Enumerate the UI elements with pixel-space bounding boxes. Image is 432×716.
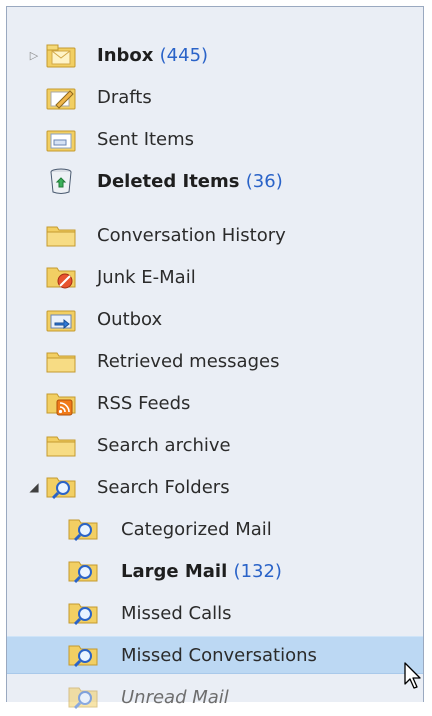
- folder-label: Sent Items: [97, 128, 195, 150]
- sent-items-icon: [45, 123, 77, 155]
- folder-outbox[interactable]: Outbox: [7, 300, 423, 338]
- folder-missed-conversations[interactable]: Missed Conversations: [7, 636, 423, 674]
- folder-label: Missed Conversations: [121, 644, 317, 666]
- junk-mail-icon: [45, 261, 77, 293]
- folder-deleted-items[interactable]: Deleted Items (36): [7, 162, 423, 200]
- folder-label: RSS Feeds: [97, 392, 191, 414]
- expand-arrow-icon[interactable]: ▷: [27, 48, 41, 62]
- unread-count: (132): [233, 560, 282, 582]
- folder-pane: ▷ Inbox (445) Drafts Sent Items Deleted …: [6, 6, 424, 710]
- folder-missed-calls[interactable]: Missed Calls: [7, 594, 423, 632]
- folder-label: Retrieved messages: [97, 350, 280, 372]
- folder-junk-email[interactable]: Junk E-Mail: [7, 258, 423, 296]
- folder-tree: ▷ Inbox (445) Drafts Sent Items Deleted …: [7, 7, 423, 710]
- folder-label: Drafts: [97, 86, 152, 108]
- folder-label: Junk E-Mail: [97, 266, 196, 288]
- folder-unread-mail[interactable]: Unread Mail: [7, 678, 423, 716]
- folder-categorized-mail[interactable]: Categorized Mail: [7, 510, 423, 548]
- folder-retrieved-messages[interactable]: Retrieved messages: [7, 342, 423, 380]
- mouse-cursor-icon: [404, 662, 424, 694]
- search-folder-icon: [67, 555, 99, 587]
- folder-label: Search Folders: [97, 476, 230, 498]
- folder-sent-items[interactable]: Sent Items: [7, 120, 423, 158]
- folder-search-archive[interactable]: Search archive: [7, 426, 423, 464]
- search-folder-icon: [45, 471, 77, 503]
- folder-label: Large Mail (132): [121, 560, 282, 582]
- folder-label: Conversation History: [97, 224, 286, 246]
- unread-count: (36): [245, 170, 283, 192]
- folder-conversation-history[interactable]: Conversation History: [7, 216, 423, 254]
- folder-inbox[interactable]: ▷ Inbox (445): [7, 36, 423, 74]
- inbox-icon: [45, 39, 77, 71]
- folder-rss-feeds[interactable]: RSS Feeds: [7, 384, 423, 422]
- collapse-arrow-icon[interactable]: ◢: [27, 480, 41, 494]
- unread-count: (445): [159, 44, 209, 66]
- folder-large-mail[interactable]: Large Mail (132): [7, 552, 423, 590]
- folder-drafts[interactable]: Drafts: [7, 78, 423, 116]
- folder-label: Missed Calls: [121, 602, 232, 624]
- drafts-icon: [45, 81, 77, 113]
- search-folder-icon: [67, 513, 99, 545]
- search-folder-icon: [67, 639, 99, 671]
- folder-icon: [45, 219, 77, 251]
- folder-label: Categorized Mail: [121, 518, 272, 540]
- folder-icon: [45, 429, 77, 461]
- rss-feeds-icon: [45, 387, 77, 419]
- search-folder-icon: [67, 597, 99, 629]
- folder-label: Inbox (445): [97, 44, 209, 66]
- folder-label: Unread Mail: [121, 686, 229, 708]
- search-folder-icon: [67, 681, 99, 713]
- folder-search-folders[interactable]: ◢ Search Folders: [7, 468, 423, 506]
- outbox-icon: [45, 303, 77, 335]
- folder-label: Deleted Items (36): [97, 170, 283, 192]
- deleted-items-icon: [45, 165, 77, 197]
- folder-label: Search archive: [97, 434, 231, 456]
- folder-label: Outbox: [97, 308, 163, 330]
- folder-icon: [45, 345, 77, 377]
